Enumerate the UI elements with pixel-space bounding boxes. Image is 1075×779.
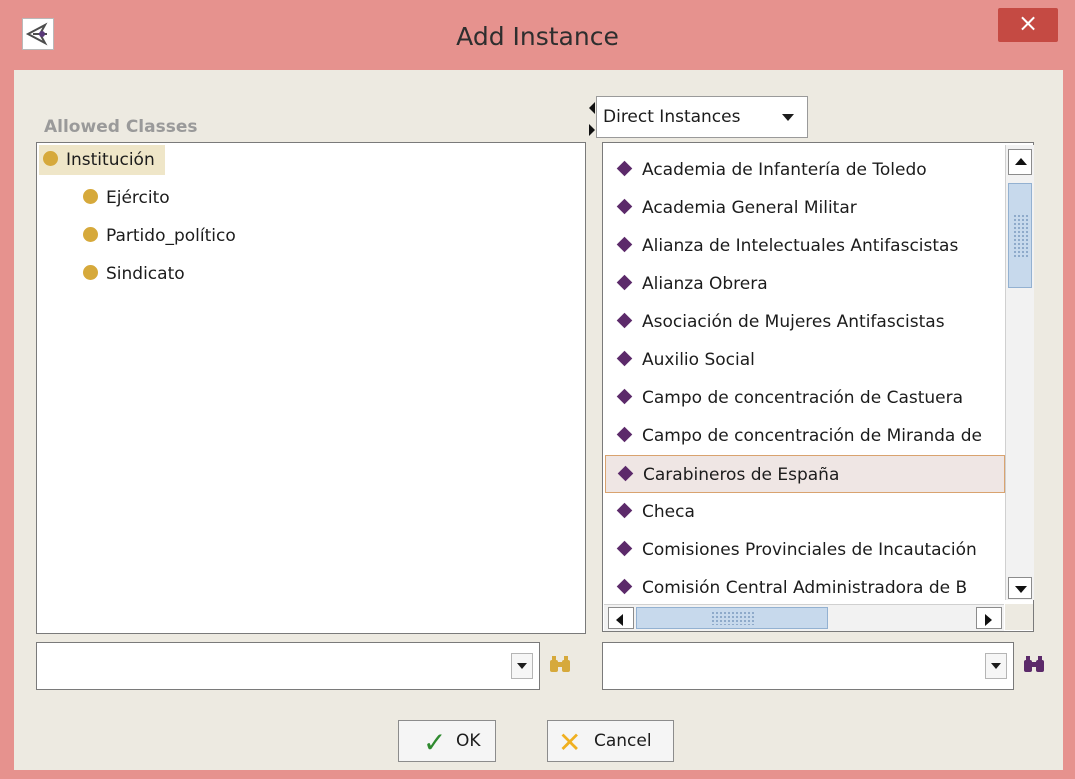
scroll-corner (1005, 604, 1033, 630)
binoculars-icon[interactable] (1022, 654, 1046, 679)
cancel-label: Cancel (594, 731, 652, 751)
instance-icon (616, 540, 633, 556)
list-item[interactable]: Comisión Central Administradora de B (605, 569, 1005, 607)
class-icon (83, 265, 98, 280)
list-item[interactable]: Campo de concentración de Castuera (605, 379, 1005, 417)
instance-label: Academia de Infantería de Toledo (642, 160, 927, 180)
list-item-selected[interactable]: Carabineros de España (605, 455, 1005, 493)
allowed-classes-label: Allowed Classes (44, 117, 198, 137)
scroll-right-icon[interactable] (976, 607, 1002, 629)
tree-node-sindicato[interactable]: Sindicato (83, 259, 185, 289)
title-bar[interactable]: Add Instance × (0, 0, 1075, 70)
tree-node-label: Institución (66, 150, 155, 170)
tree-node-ejercito[interactable]: Ejército (83, 183, 170, 213)
list-item[interactable]: Academia de Infantería de Toledo (605, 151, 1005, 189)
list-item[interactable]: Checa (605, 493, 1005, 531)
tree-node-label: Ejército (106, 188, 170, 208)
list-item[interactable]: Asociación de Mujeres Antifascistas (605, 303, 1005, 341)
scroll-down-icon[interactable] (1008, 577, 1032, 599)
list-item[interactable]: Alianza de Intelectuales Antifascistas (605, 227, 1005, 265)
tree-node-label: Sindicato (106, 264, 185, 284)
chevron-down-icon (782, 114, 794, 121)
ok-label: OK (456, 731, 481, 751)
list-item[interactable]: Campo de concentración de Miranda de (605, 417, 1005, 455)
instance-icon (616, 350, 633, 366)
instance-label: Comisión Central Administradora de B (642, 578, 968, 598)
chevron-down-icon[interactable] (985, 653, 1007, 679)
instance-icon (616, 388, 633, 404)
class-search-input[interactable] (36, 642, 540, 690)
ok-button[interactable]: ✓ OK (398, 720, 496, 762)
list-item[interactable]: Academia General Militar (605, 189, 1005, 227)
class-icon (83, 189, 98, 204)
scroll-up-icon[interactable] (1008, 149, 1032, 175)
instance-label: Auxilio Social (642, 350, 755, 370)
instance-label: Asociación de Mujeres Antifascistas (642, 312, 945, 332)
instance-label: Alianza Obrera (642, 274, 768, 294)
view-selector-dropdown[interactable]: Direct Instances (596, 96, 808, 138)
horizontal-scrollbar[interactable] (604, 604, 1004, 631)
instance-icon (616, 502, 633, 518)
scroll-left-icon[interactable] (608, 607, 634, 629)
class-icon (43, 151, 58, 166)
class-tree[interactable]: Institución Ejército Partido_político Si… (36, 142, 586, 634)
instance-label: Campo de concentración de Castuera (642, 388, 964, 408)
close-icon: × (1017, 9, 1039, 37)
tree-node-partido-politico[interactable]: Partido_político (83, 221, 236, 251)
instance-icon (616, 198, 633, 214)
vertical-scrollbar[interactable] (1005, 145, 1034, 600)
instance-icon (616, 426, 633, 442)
cancel-button[interactable]: ✕ Cancel (547, 720, 674, 762)
instance-label: Academia General Militar (642, 198, 857, 218)
add-instance-dialog: Add Instance × Allowed Classes Instituci… (0, 0, 1075, 779)
binoculars-icon[interactable] (548, 654, 572, 679)
instance-list[interactable]: Academia de Infantería de Toledo Academi… (602, 142, 1034, 632)
grip-icon (1013, 214, 1029, 258)
instance-icon (616, 578, 633, 594)
vertical-scroll-thumb[interactable] (1008, 183, 1032, 288)
class-icon (83, 227, 98, 242)
instance-label: Comisiones Provinciales de Incautación (642, 540, 977, 560)
window-title: Add Instance (456, 22, 619, 51)
checkmark-icon: ✓ (423, 726, 447, 759)
instance-search-input[interactable] (602, 642, 1014, 690)
list-item[interactable]: Auxilio Social (605, 341, 1005, 379)
chevron-down-icon[interactable] (511, 653, 533, 679)
x-mark-icon: ✕ (558, 726, 582, 759)
instance-label: Checa (642, 502, 695, 522)
tree-node-institucion[interactable]: Institución (39, 145, 165, 175)
instance-icon (616, 236, 633, 252)
instance-icon (616, 160, 633, 176)
tree-node-label: Partido_político (106, 226, 236, 246)
instance-label: Campo de concentración de Miranda de (642, 426, 983, 446)
list-item[interactable]: Comisiones Provinciales de Incautación (605, 531, 1005, 569)
horizontal-scroll-thumb[interactable] (636, 607, 828, 629)
list-item[interactable]: Alianza Obrera (605, 265, 1005, 303)
instance-icon (616, 312, 633, 328)
instance-label: Alianza de Intelectuales Antifascistas (642, 236, 959, 256)
view-selector-label: Direct Instances (603, 107, 741, 127)
grip-icon (711, 611, 755, 625)
instance-icon (616, 274, 633, 290)
instance-icon (617, 465, 634, 481)
close-button[interactable]: × (998, 8, 1058, 42)
instance-label: Carabineros de España (643, 465, 840, 485)
